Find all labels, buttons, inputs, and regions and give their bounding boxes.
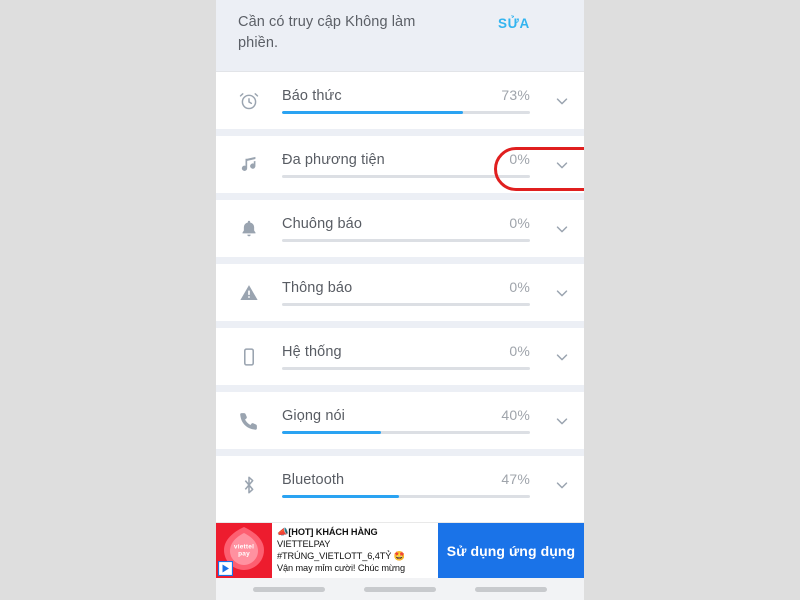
device-icon [238, 346, 282, 368]
volume-slider[interactable]: Hệ thống 0% [282, 343, 540, 370]
expand-chevron-button[interactable] [540, 92, 584, 110]
volume-row-label: Thông báo [282, 280, 353, 296]
ad-text-line1: [HOT] KHÁCH HÀNG [288, 527, 378, 537]
volume-track[interactable] [282, 239, 530, 242]
ad-megaphone-icon: 📣 [277, 527, 289, 537]
volume-row[interactable]: Bluetooth 47% [216, 456, 584, 513]
phone-call-icon [238, 410, 282, 432]
warning-icon [238, 282, 282, 304]
ad-text-line4: Vận may mỉm cười! Chúc mừng [277, 563, 405, 574]
expand-chevron-button[interactable] [540, 156, 584, 174]
ad-brand-name: viettel pay [233, 543, 255, 558]
volume-slider[interactable]: Thông báo 0% [282, 279, 540, 306]
volume-slider[interactable]: Chuông báo 0% [282, 215, 540, 242]
volume-row[interactable]: Giọng nói 40% [216, 392, 584, 449]
nav-home-button[interactable] [363, 586, 436, 592]
expand-chevron-button[interactable] [540, 220, 584, 238]
ad-cta-button[interactable]: Sử dụng ứng dụng [438, 523, 584, 578]
bluetooth-icon [238, 474, 282, 496]
volume-slider[interactable]: Báo thức 73% [282, 87, 540, 114]
dnd-access-notice: Cần có truy cập Không làm phiền. SỬA [216, 0, 584, 72]
volume-row-label: Hệ thống [282, 344, 342, 360]
volume-track[interactable] [282, 175, 530, 178]
expand-chevron-button[interactable] [540, 348, 584, 366]
volume-row-label: Báo thức [282, 88, 342, 104]
volume-slider[interactable]: Bluetooth 47% [282, 471, 540, 498]
volume-track[interactable] [282, 111, 530, 114]
ad-text-line3: #TRÚNG_VIETLOTT_6,4TỶ 🤩 [277, 551, 406, 562]
nav-back-button[interactable] [253, 586, 326, 592]
volume-fill [282, 431, 382, 434]
alarm-clock-icon [238, 90, 282, 112]
volume-slider[interactable]: Giọng nói 40% [282, 407, 540, 434]
volume-row-percent: 0% [509, 151, 530, 167]
volume-row-percent: 0% [509, 279, 530, 295]
volume-row[interactable]: Đa phương tiện 0% [216, 136, 584, 193]
ad-text-line2: VIETTELPAY [277, 539, 331, 550]
volume-track[interactable] [282, 495, 530, 498]
volume-row-label: Bluetooth [282, 472, 345, 488]
notice-message: Cần có truy cập Không làm phiền. [238, 14, 416, 51]
bell-icon [238, 218, 282, 240]
expand-chevron-button[interactable] [540, 412, 584, 430]
volume-row-label: Đa phương tiện [282, 152, 385, 168]
ad-body-text: 📣[HOT] KHÁCH HÀNG VIETTELPAY #TRÚNG_VIET… [272, 523, 438, 578]
ad-choices-play-icon[interactable] [218, 561, 233, 576]
volume-row-label: Chuông báo [282, 216, 363, 232]
volume-row[interactable]: Chuông báo 0% [216, 200, 584, 257]
volume-track[interactable] [282, 431, 530, 434]
music-note-icon [238, 154, 282, 176]
volume-rows-list: Báo thức 73% Đa phương tiện 0% Chuông báo 0% T… [216, 72, 584, 513]
volume-row[interactable]: Thông báo 0% [216, 264, 584, 321]
volume-fill [282, 111, 464, 114]
volume-row-percent: 40% [501, 407, 530, 423]
nav-recents-button[interactable] [474, 586, 547, 592]
volume-slider[interactable]: Đa phương tiện 0% [282, 151, 540, 178]
volume-row-percent: 47% [501, 471, 530, 487]
ad-banner[interactable]: viettel pay 📣[HOT] KHÁCH HÀNG VIETTELPAY… [216, 522, 584, 578]
phone-screen: Cần có truy cập Không làm phiền. SỬA Báo… [216, 0, 584, 600]
volume-track[interactable] [282, 367, 530, 370]
expand-chevron-button[interactable] [540, 476, 584, 494]
volume-fill [282, 495, 399, 498]
notice-edit-button[interactable]: SỬA [498, 12, 530, 31]
volume-row[interactable]: Báo thức 73% [216, 72, 584, 129]
volume-row[interactable]: Hệ thống 0% [216, 328, 584, 385]
volume-row-label: Giọng nói [282, 408, 345, 424]
volume-row-percent: 73% [501, 87, 530, 103]
volume-track[interactable] [282, 303, 530, 306]
system-navigation-bar [216, 578, 584, 600]
expand-chevron-button[interactable] [540, 284, 584, 302]
ad-advertiser-logo: viettel pay [216, 523, 272, 578]
volume-row-percent: 0% [509, 215, 530, 231]
volume-row-percent: 0% [509, 343, 530, 359]
